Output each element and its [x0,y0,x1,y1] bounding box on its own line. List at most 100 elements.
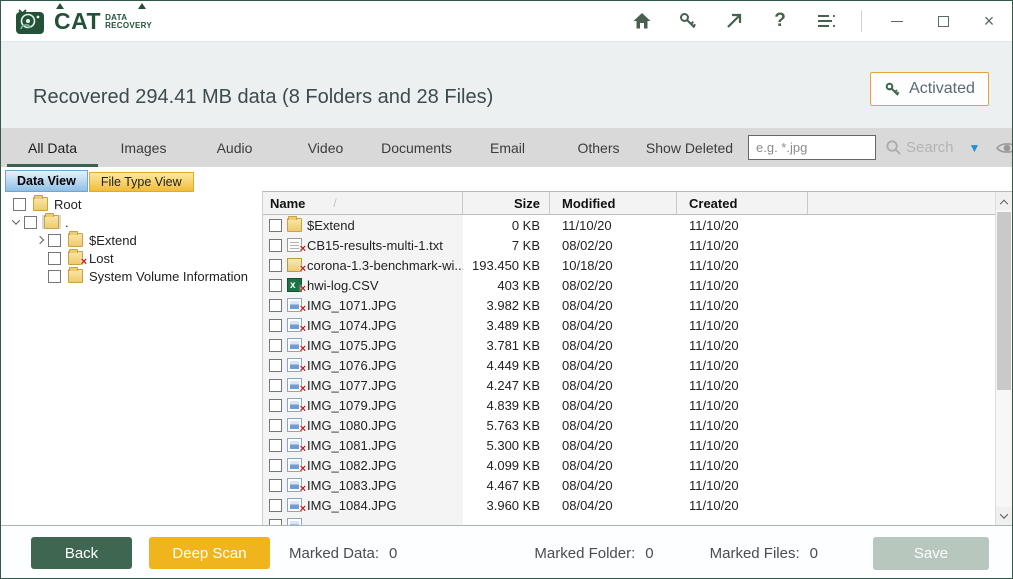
file-row-img-1080-jpg[interactable]: ×IMG_1080.JPG5.763 KB08/04/2011/10/20 [263,415,995,435]
column-header-size[interactable]: Size [463,192,550,214]
name-cell: ×IMG_1084.JPG [263,495,463,515]
menu-icon[interactable] [815,10,837,32]
row-checkbox-cb15-results-multi-1-txt[interactable] [269,239,282,252]
row-checkbox-img-1075-jpg[interactable] [269,339,282,352]
search-dropdown-icon[interactable]: ▼ [969,141,981,155]
name-cell: ×IMG_1077.JPG [263,375,463,395]
file-row-img-1081-jpg[interactable]: ×IMG_1081.JPG5.300 KB08/04/2011/10/20 [263,435,995,455]
file-name: IMG_1083.JPG [307,478,397,493]
back-button[interactable]: Back [31,537,132,569]
file-row-img-1071-jpg[interactable]: ×IMG_1071.JPG3.982 KB08/04/2011/10/20 [263,295,995,315]
tree-item-dot[interactable]: . [3,213,261,231]
column-header-modified[interactable]: Modified [550,192,677,214]
tree-checkbox-root[interactable] [13,198,26,211]
file-row-corona-1-3-benchmark-wi[interactable]: ×corona-1.3-benchmark-wi...193.450 KB10/… [263,255,995,275]
scroll-up-icon[interactable] [996,192,1012,210]
folder-icon [68,233,83,247]
tree-item-lost[interactable]: ×Lost [3,249,261,267]
view-tab-data-view[interactable]: Data View [5,170,88,192]
tree-checkbox-extend[interactable] [48,234,61,247]
row-checkbox-img-1076-jpg[interactable] [269,359,282,372]
tree-item-root[interactable]: Root [3,195,261,213]
deleted-x-icon: × [300,304,306,315]
row-checkbox-hwi-log-csv[interactable] [269,279,282,292]
file-row-img-1077-jpg[interactable]: ×IMG_1077.JPG4.247 KB08/04/2011/10/20 [263,375,995,395]
column-header-created[interactable]: Created [677,192,808,214]
row-checkbox-img-1082-jpg[interactable] [269,459,282,472]
file-row-cb15-results-multi-1-txt[interactable]: ×CB15-results-multi-1.txt7 KB08/02/2011/… [263,235,995,255]
file-row-img-1082-jpg[interactable]: ×IMG_1082.JPG4.099 KB08/04/2011/10/20 [263,455,995,475]
share-arrow-icon[interactable] [723,10,745,32]
home-icon[interactable] [631,10,653,32]
save-button[interactable]: Save [873,537,989,570]
search-button[interactable]: Search [885,139,954,156]
row-checkbox-img-1079-jpg[interactable] [269,399,282,412]
row-checkbox-img-1081-jpg[interactable] [269,439,282,452]
file-row-img-1076-jpg[interactable]: ×IMG_1076.JPG4.449 KB08/04/2011/10/20 [263,355,995,375]
vertical-scrollbar[interactable] [995,192,1012,525]
row-checkbox-img-1080-jpg[interactable] [269,419,282,432]
marked-folder-label: Marked Folder: [534,545,635,562]
file-row-img-1074-jpg[interactable]: ×IMG_1074.JPG3.489 KB08/04/2011/10/20 [263,315,995,335]
row-checkbox-img-1074-jpg[interactable] [269,319,282,332]
file-row-img-1084-jpg[interactable]: ×IMG_1084.JPG3.960 KB08/04/2011/10/20 [263,495,995,515]
file-row-extend[interactable]: $Extend0 KB11/10/2011/10/20 [263,215,995,235]
preview-eye-icon[interactable] [995,140,1013,156]
filter-tab-email[interactable]: Email [462,128,553,167]
row-checkbox-img-1077-jpg[interactable] [269,379,282,392]
close-button[interactable]: × [978,10,1000,32]
file-size: 403 KB [463,278,550,293]
activated-button[interactable]: Activated [870,72,989,106]
scroll-down-icon[interactable] [996,507,1012,525]
folder-icon-wrap [66,269,85,283]
file-name: CB15-results-multi-1.txt [307,238,443,253]
txt-file-icon: × [287,238,302,252]
file-row-img-1079-jpg[interactable]: ×IMG_1079.JPG4.839 KB08/04/2011/10/20 [263,395,995,415]
filter-tab-others[interactable]: Others [553,128,644,167]
maximize-button[interactable] [932,10,954,32]
row-checkbox-img-1083-jpg[interactable] [269,479,282,492]
row-checkbox-img-1084-jpg[interactable] [269,499,282,512]
file-modified: 08/04/20 [550,438,677,453]
filter-tab-images[interactable]: Images [98,128,189,167]
marked-files-label: Marked Files: [710,545,800,562]
chevron-down-icon[interactable] [7,219,24,225]
tree-checkbox-system-volume-information[interactable] [48,270,61,283]
jpg-file-icon: × [287,478,302,492]
file-created: 11/10/20 [677,238,808,253]
scrollbar-thumb[interactable] [997,212,1011,390]
jpg-file-icon: × [287,358,302,372]
filter-tab-video[interactable]: Video [280,128,371,167]
chevron-right-icon[interactable] [31,237,48,243]
filter-tab-all-data[interactable]: All Data [7,128,98,167]
filter-tab-documents[interactable]: Documents [371,128,462,167]
tree-checkbox-lost[interactable] [48,252,61,265]
tree-checkbox-dot[interactable] [24,216,37,229]
file-created: 11/10/20 [677,418,808,433]
column-header-name[interactable]: Name / [263,192,463,214]
minimize-button[interactable] [886,10,908,32]
deep-scan-button[interactable]: Deep Scan [149,537,270,569]
file-created: 11/10/20 [677,298,808,313]
tree-item-extend[interactable]: $Extend [3,231,261,249]
file-row-partial[interactable]: × [263,515,995,525]
key-icon[interactable] [677,10,699,32]
view-tab-file-type-view[interactable]: File Type View [89,172,194,192]
row-checkbox-extend[interactable] [269,219,282,232]
file-size: 4.449 KB [463,358,550,373]
tree-item-system-volume-information[interactable]: System Volume Information [3,267,261,285]
file-created: 11/10/20 [677,478,808,493]
selected-folder-highlight [42,215,61,229]
file-size: 193.450 KB [463,258,550,273]
file-created: 11/10/20 [677,458,808,473]
search-input[interactable] [748,135,876,160]
filter-tab-show-deleted[interactable]: Show Deleted [644,128,735,167]
file-row-img-1083-jpg[interactable]: ×IMG_1083.JPG4.467 KB08/04/2011/10/20 [263,475,995,495]
marked-data-label: Marked Data: [289,545,379,562]
file-row-hwi-log-csv[interactable]: ×hwi-log.CSV403 KB08/02/2011/10/20 [263,275,995,295]
row-checkbox-img-1071-jpg[interactable] [269,299,282,312]
filter-tab-audio[interactable]: Audio [189,128,280,167]
file-row-img-1075-jpg[interactable]: ×IMG_1075.JPG3.781 KB08/04/2011/10/20 [263,335,995,355]
help-icon[interactable]: ? [769,10,791,32]
row-checkbox-corona-1-3-benchmark-wi[interactable] [269,259,282,272]
